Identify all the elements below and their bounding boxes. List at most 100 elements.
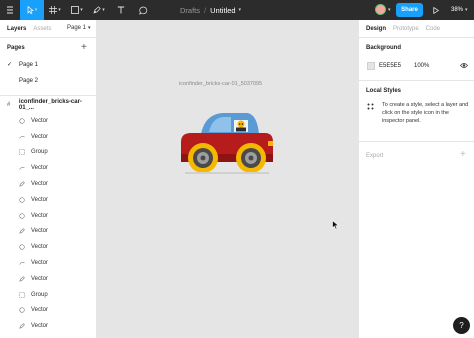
pen-icon — [93, 6, 101, 14]
pen-vector-icon — [19, 228, 25, 235]
breadcrumb-drafts[interactable]: Drafts — [180, 6, 200, 15]
chevron-down-icon: ▾ — [465, 7, 468, 13]
background-opacity-input[interactable]: 100% — [414, 63, 429, 69]
tab-design[interactable]: Design — [366, 26, 386, 32]
layer-item[interactable]: Vector — [0, 303, 96, 319]
page-selector[interactable]: Page 1 ▾ — [67, 25, 91, 31]
background-title: Background — [366, 45, 402, 51]
background-header: Background — [359, 38, 474, 58]
chevron-down-icon: ▾ — [102, 7, 105, 13]
figma-menu-icon — [7, 6, 13, 14]
chevron-down-icon[interactable]: ▾ — [388, 7, 391, 13]
local-styles-title: Local Styles — [366, 88, 402, 94]
main-menu-button[interactable] — [0, 0, 20, 20]
layer-item[interactable]: Vector — [0, 208, 96, 224]
local-styles-hint: To create a style, select a layer and cl… — [382, 102, 469, 124]
layer-label: Group — [31, 291, 48, 298]
tab-prototype[interactable]: Prototype — [393, 26, 419, 32]
share-button[interactable]: Share — [396, 3, 423, 17]
circle-vector-icon — [19, 197, 25, 203]
pages-header: Pages + — [0, 38, 96, 57]
top-toolbar: ▾ ▾ ▾ ▾ Drafts / Untitled ▾ ▾ Share 38% … — [0, 0, 474, 20]
page-label: Page 2 — [19, 78, 39, 84]
line-vector-icon — [19, 134, 25, 140]
page-label: Page 1 — [19, 62, 39, 68]
background-swatch[interactable] — [367, 62, 375, 70]
chevron-down-icon: ▾ — [88, 25, 91, 31]
add-page-icon[interactable]: + — [81, 42, 87, 53]
layer-item[interactable]: Vector — [0, 160, 96, 176]
layer-label: Vector — [31, 181, 49, 188]
layer-item[interactable]: Vector — [0, 129, 96, 145]
chevron-down-icon[interactable]: ▾ — [239, 7, 242, 13]
help-button[interactable]: ? — [453, 317, 470, 334]
chevron-down-icon: ▾ — [58, 7, 61, 13]
shape-tool-button[interactable]: ▾ — [66, 0, 88, 20]
layer-item[interactable]: Group — [0, 287, 96, 303]
group-icon — [19, 291, 25, 298]
layer-label: Vector — [31, 212, 49, 219]
layer-item[interactable]: Vector — [0, 271, 96, 287]
pen-tool-button[interactable]: ▾ — [88, 0, 110, 20]
layer-item[interactable]: Vector — [0, 239, 96, 255]
file-name[interactable]: Untitled — [210, 6, 235, 15]
move-tool-button[interactable]: ▾ — [20, 0, 44, 20]
add-export-icon[interactable]: + — [460, 149, 466, 160]
line-vector-icon — [19, 260, 25, 266]
layer-label: Vector — [31, 260, 49, 267]
page-item-1[interactable]: ✓ Page 1 — [0, 57, 96, 73]
layer-item[interactable]: Vector — [0, 192, 96, 208]
comment-tool-button[interactable] — [132, 0, 154, 20]
layer-item[interactable]: Group — [0, 145, 96, 161]
present-button[interactable] — [431, 4, 441, 16]
zoom-label: 38% — [451, 7, 464, 13]
background-fill-row: E5E5E5 100% — [359, 58, 474, 74]
layer-frame[interactable]: # iconfinder_bricks-car-01_... — [0, 96, 96, 113]
group-icon — [19, 149, 25, 156]
text-tool-button[interactable] — [110, 0, 132, 20]
tab-code[interactable]: Code — [426, 26, 440, 32]
local-styles-body: To create a style, select a layer and cl… — [359, 101, 474, 135]
rectangle-icon — [71, 6, 80, 14]
tab-assets[interactable]: Assets — [33, 26, 51, 32]
comment-icon — [138, 6, 147, 15]
layer-label: Vector — [31, 228, 49, 235]
layer-label: Vector — [31, 307, 49, 314]
canvas[interactable]: iconfinder_bricks-car-01_5037095 — [97, 20, 358, 338]
layer-item[interactable]: Vector — [0, 113, 96, 129]
layer-label: Group — [31, 149, 48, 156]
eye-icon[interactable] — [460, 62, 468, 69]
zoom-dropdown[interactable]: 38% ▾ — [451, 0, 468, 20]
pen-vector-icon — [19, 181, 25, 187]
layer-label: Vector — [31, 244, 49, 251]
background-hex-input[interactable]: E5E5E5 — [379, 63, 401, 69]
layer-label: Vector — [31, 133, 49, 140]
local-styles-header: Local Styles — [359, 81, 474, 101]
layer-item[interactable]: Vector — [0, 318, 96, 334]
style-icon — [367, 103, 374, 110]
move-cursor-icon — [27, 6, 34, 14]
car-illustration[interactable] — [179, 108, 275, 198]
chevron-down-icon: ▾ — [80, 7, 83, 13]
layer-label: Vector — [31, 323, 49, 330]
layer-item[interactable]: Vector — [0, 255, 96, 271]
layer-item[interactable]: Vector — [0, 176, 96, 192]
avatar[interactable] — [375, 4, 386, 15]
layer-item[interactable]: Vector — [0, 224, 96, 240]
layers-panel: Layers Assets Page 1 ▾ Pages + ✓ Page 1 P… — [0, 20, 97, 338]
frame-layer-label: iconfinder_bricks-car-01_... — [18, 98, 82, 111]
export-header: Export + — [359, 146, 474, 166]
text-icon — [117, 6, 125, 14]
frame-tool-button[interactable]: ▾ — [44, 0, 66, 20]
page-item-2[interactable]: Page 2 — [0, 73, 96, 89]
frame-icon — [49, 6, 58, 14]
frame-label[interactable]: iconfinder_bricks-car-01_5037095 — [179, 81, 262, 87]
play-icon — [433, 6, 439, 14]
page-selector-label: Page 1 — [67, 25, 87, 31]
tab-layers[interactable]: Layers — [7, 26, 26, 32]
pen-vector-icon — [19, 323, 25, 329]
file-title: Drafts / Untitled ▾ — [180, 0, 241, 20]
divider — [359, 141, 474, 142]
checkmark-icon: ✓ — [7, 62, 13, 68]
export-title: Export — [366, 153, 384, 159]
